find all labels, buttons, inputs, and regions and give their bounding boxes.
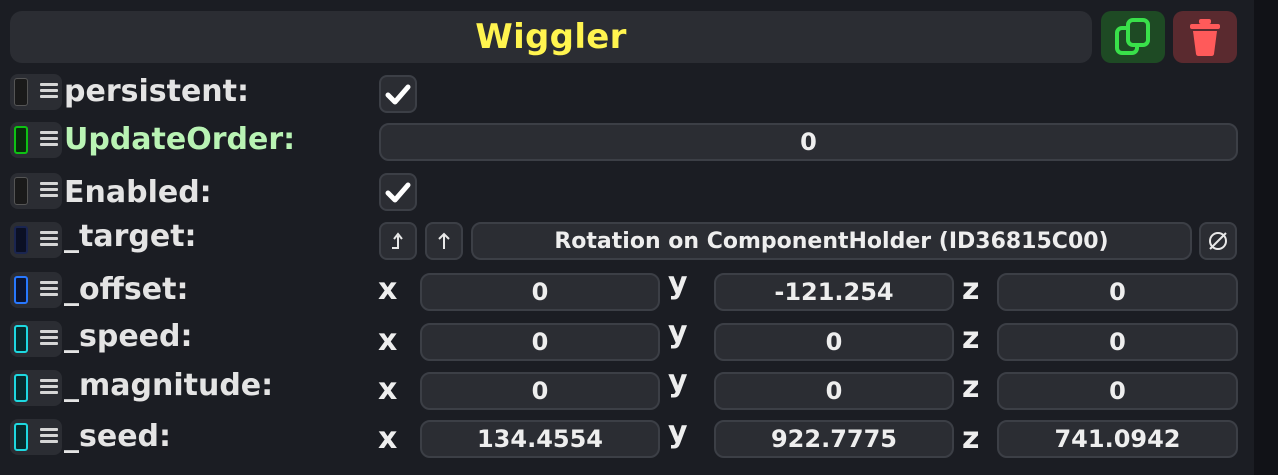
menu-icon (40, 83, 58, 101)
component-header[interactable]: Wiggler (10, 11, 1092, 63)
z-axis-label: z (962, 370, 980, 405)
speed-x-field[interactable]: 0 (420, 323, 660, 361)
clear-reference-button[interactable] (1199, 222, 1237, 260)
offset-y-field[interactable]: -121.254 (714, 273, 954, 311)
property-label: UpdateOrder: (64, 122, 296, 157)
drag-handle[interactable] (10, 173, 62, 209)
type-swatch (14, 423, 28, 451)
speed-y-field[interactable]: 0 (714, 323, 954, 361)
property-row-offset: _offset: x 0 y -121.254 z 0 (0, 266, 1278, 312)
menu-icon (40, 131, 58, 149)
magnitude-y-field[interactable]: 0 (714, 372, 954, 410)
z-axis-label: z (962, 421, 980, 456)
menu-icon (40, 281, 58, 299)
drag-handle[interactable] (10, 272, 62, 308)
x-axis-label: x (378, 323, 398, 358)
duplicate-button[interactable] (1101, 11, 1165, 63)
x-axis-label: x (378, 272, 398, 307)
drag-handle[interactable] (10, 321, 62, 357)
arrow-curve-up-icon (392, 232, 403, 249)
enabled-checkbox[interactable] (379, 173, 417, 211)
type-swatch (14, 325, 28, 353)
type-swatch (14, 276, 28, 304)
checkmark-icon (385, 182, 411, 203)
magnitude-x-field[interactable]: 0 (420, 372, 660, 410)
y-axis-label: y (668, 266, 688, 301)
select-reference-button[interactable] (379, 222, 417, 260)
type-swatch (14, 126, 28, 154)
type-swatch (14, 177, 28, 205)
target-reference-field[interactable]: Rotation on ComponentHolder (ID36815C00) (471, 222, 1192, 260)
property-row-persistent: persistent: (0, 74, 1278, 114)
drag-handle[interactable] (10, 74, 62, 110)
y-axis-label: y (668, 415, 688, 450)
property-label: _speed: (64, 319, 193, 354)
property-row-enabled: Enabled: (0, 173, 1278, 213)
property-row-update-order: UpdateOrder: 0 (0, 122, 1278, 162)
property-row-seed: _seed: x 134.4554 y 922.7775 z 741.0942 (0, 415, 1278, 459)
property-row-target: _target: Rotation on ComponentHolder (ID… (0, 219, 1278, 262)
delete-button[interactable] (1173, 11, 1237, 63)
go-to-reference-button[interactable] (425, 222, 463, 260)
drag-handle[interactable] (10, 419, 62, 455)
property-label: _seed: (64, 419, 172, 454)
z-axis-label: z (962, 272, 980, 307)
property-label: _offset: (64, 272, 189, 307)
menu-icon (40, 379, 58, 397)
seed-y-field[interactable]: 922.7775 (714, 420, 954, 458)
null-icon (1209, 232, 1227, 250)
property-label: _target: (64, 219, 197, 254)
arrow-up-icon (438, 232, 450, 249)
offset-x-field[interactable]: 0 (420, 273, 660, 311)
x-axis-label: x (378, 372, 398, 407)
property-label: _magnitude: (64, 368, 274, 403)
menu-icon (40, 428, 58, 446)
drag-handle[interactable] (10, 370, 62, 406)
checkmark-icon (385, 84, 411, 105)
seed-x-field[interactable]: 134.4554 (420, 420, 660, 458)
type-swatch (14, 78, 28, 106)
menu-icon (40, 182, 58, 200)
drag-handle[interactable] (10, 222, 62, 258)
x-axis-label: x (378, 421, 398, 456)
update-order-field[interactable]: 0 (379, 123, 1238, 161)
y-axis-label: y (668, 315, 688, 350)
drag-handle[interactable] (10, 122, 62, 158)
offset-z-field[interactable]: 0 (997, 273, 1238, 311)
property-row-magnitude: _magnitude: x 0 y 0 z 0 (0, 364, 1278, 410)
menu-icon (40, 330, 58, 348)
z-axis-label: z (962, 321, 980, 356)
persistent-checkbox[interactable] (379, 75, 417, 113)
magnitude-z-field[interactable]: 0 (997, 372, 1238, 410)
type-swatch (14, 226, 28, 254)
trash-icon (1190, 19, 1220, 56)
menu-icon (40, 231, 58, 249)
type-swatch (14, 374, 28, 402)
property-label: Enabled: (64, 175, 212, 210)
copy-icon (1115, 18, 1150, 55)
seed-z-field[interactable]: 741.0942 (997, 420, 1238, 458)
property-label: persistent: (64, 74, 249, 109)
y-axis-label: y (668, 364, 688, 399)
component-panel: Wiggler persistent: UpdateOrder: 0 Enabl… (0, 0, 1278, 475)
speed-z-field[interactable]: 0 (997, 323, 1238, 361)
property-row-speed: _speed: x 0 y 0 z 0 (0, 315, 1278, 361)
component-title: Wiggler (475, 17, 627, 57)
